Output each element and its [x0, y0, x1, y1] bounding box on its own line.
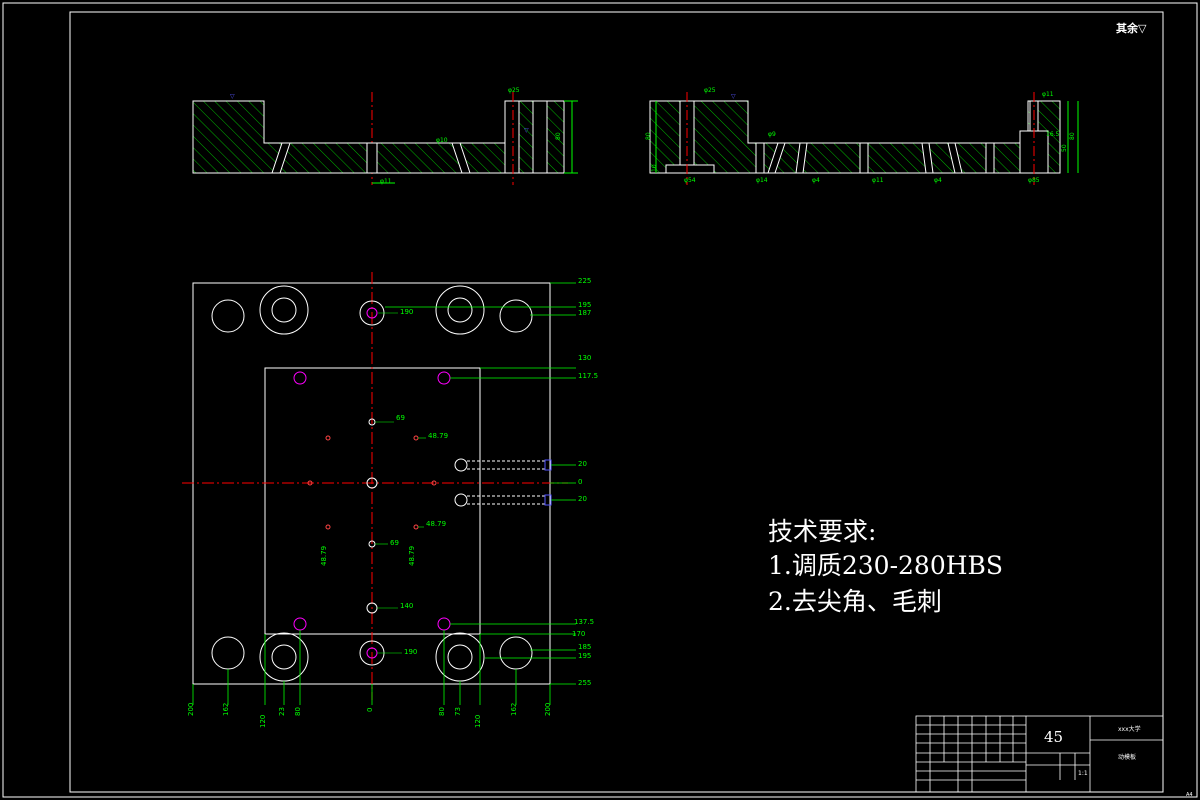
- svg-text:φ10: φ10: [436, 137, 448, 144]
- svg-text:20: 20: [578, 460, 587, 468]
- svg-text:200: 200: [187, 703, 195, 716]
- svg-text:φ11: φ11: [380, 178, 392, 185]
- svg-text:162: 162: [510, 703, 518, 716]
- svg-text:φ25: φ25: [508, 87, 520, 94]
- svg-text:190: 190: [404, 648, 417, 656]
- svg-text:69: 69: [390, 539, 399, 547]
- section-view-right: φ25 φ11 φ9 φ14 φ54 φ4 φ11 φ4 φ85 16.5 80…: [645, 87, 1079, 185]
- svg-text:80: 80: [645, 132, 652, 140]
- svg-text:73: 73: [454, 707, 462, 716]
- svg-text:255: 255: [578, 679, 591, 687]
- outer-border: [2, 2, 1198, 798]
- svg-text:69: 69: [396, 414, 405, 422]
- svg-text:195: 195: [578, 652, 591, 660]
- svg-text:162: 162: [222, 703, 230, 716]
- svg-text:48.79: 48.79: [320, 546, 328, 566]
- svg-text:▽: ▽: [731, 93, 736, 100]
- svg-text:80: 80: [294, 707, 302, 716]
- svg-text:170: 170: [572, 630, 585, 638]
- svg-text:190: 190: [400, 308, 413, 316]
- svg-text:48.79: 48.79: [426, 520, 446, 528]
- svg-text:130: 130: [578, 354, 591, 362]
- tech-requirements-title: 技术要求:: [768, 517, 877, 546]
- plan-view: 225 195 187 130 117.5 20 0 20 137.5 170 …: [182, 272, 598, 728]
- title-block-school: xxx大学: [1118, 726, 1141, 733]
- roughness-note: 其余▽: [1116, 22, 1147, 35]
- svg-text:117.5: 117.5: [578, 372, 598, 380]
- svg-text:195: 195: [578, 301, 591, 309]
- svg-text:20: 20: [578, 495, 587, 503]
- svg-text:φ25: φ25: [704, 87, 716, 94]
- svg-text:80: 80: [1069, 132, 1076, 140]
- svg-text:▽: ▽: [230, 93, 235, 100]
- svg-text:225: 225: [578, 277, 591, 285]
- svg-text:80: 80: [555, 132, 562, 140]
- svg-text:φ4: φ4: [934, 177, 942, 184]
- svg-text:φ9: φ9: [768, 131, 776, 138]
- svg-text:50: 50: [1061, 144, 1068, 152]
- svg-text:φ54: φ54: [684, 177, 696, 184]
- svg-text:▽: ▽: [524, 127, 529, 134]
- svg-text:137.5: 137.5: [574, 618, 594, 626]
- title-block-material: 45: [1044, 728, 1064, 746]
- title-block-scale: 1:1: [1078, 770, 1088, 777]
- cad-drawing: φ11 φ25 80 φ10 ▽ ▽ φ25 φ11 φ9 φ14 φ54 φ4…: [2, 2, 1198, 798]
- section-view-left: φ11 φ25 80 φ10 ▽ ▽: [192, 87, 578, 185]
- svg-text:16.5: 16.5: [1046, 131, 1060, 138]
- title-block-part-name: 动模板: [1118, 754, 1137, 761]
- svg-text:φ11: φ11: [872, 177, 884, 184]
- svg-text:185: 185: [578, 643, 591, 651]
- svg-text:48.79: 48.79: [428, 432, 448, 440]
- svg-text:140: 140: [400, 602, 413, 610]
- svg-text:187: 187: [578, 309, 591, 317]
- svg-text:200: 200: [544, 703, 552, 716]
- svg-text:80: 80: [438, 707, 446, 716]
- svg-text:120: 120: [474, 715, 482, 728]
- tech-requirement-item: 2.去尖角、毛刺: [768, 587, 942, 616]
- svg-text:φ85: φ85: [1028, 177, 1040, 184]
- svg-text:φ4: φ4: [812, 177, 820, 184]
- svg-text:23: 23: [278, 707, 286, 716]
- tech-requirement-item: 1.调质230-280HBS: [768, 551, 1004, 580]
- svg-text:48.79: 48.79: [408, 546, 416, 566]
- svg-text:φ14: φ14: [756, 177, 768, 184]
- svg-text:10: 10: [651, 164, 658, 172]
- svg-text:φ11: φ11: [1042, 91, 1054, 98]
- sheet-size: A4: [1186, 792, 1193, 798]
- svg-text:0: 0: [366, 708, 374, 712]
- svg-text:120: 120: [259, 715, 267, 728]
- svg-text:0: 0: [578, 478, 582, 486]
